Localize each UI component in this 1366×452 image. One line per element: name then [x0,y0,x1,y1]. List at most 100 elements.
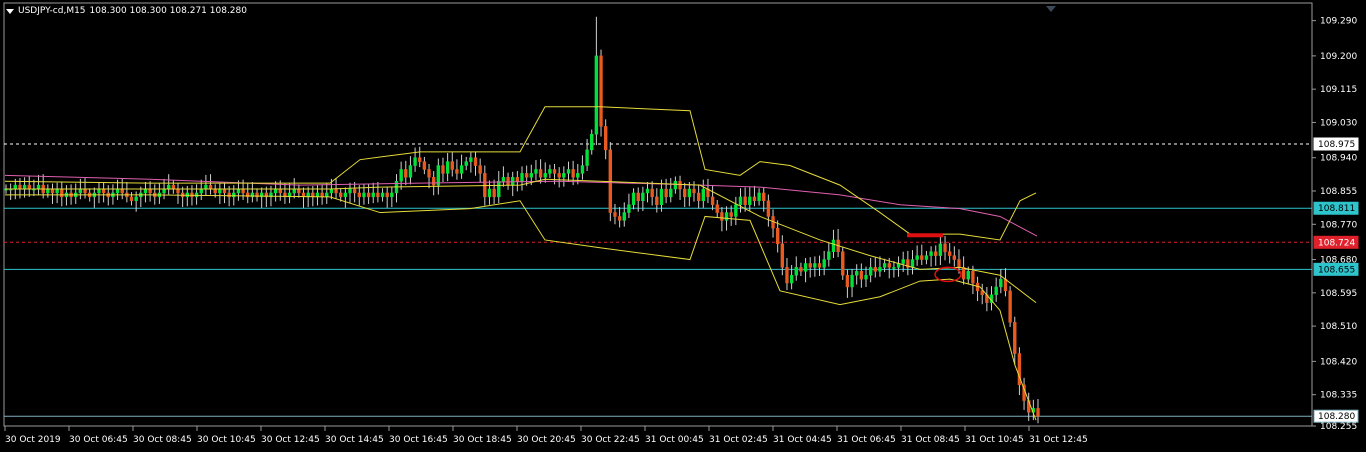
candle[interactable] [994,286,998,296]
candle[interactable] [1003,278,1008,292]
candle[interactable] [627,204,631,213]
candle[interactable] [325,192,329,198]
candle[interactable] [943,243,947,252]
candle[interactable] [701,188,705,202]
red-mark-annotation[interactable] [907,233,943,238]
candle[interactable] [859,271,864,280]
candle[interactable] [655,196,659,205]
candle[interactable] [799,267,803,272]
candle[interactable] [538,169,543,178]
candle[interactable] [236,188,241,194]
candle[interactable] [590,133,594,151]
candle[interactable] [167,184,171,190]
candle[interactable] [362,192,366,198]
candle[interactable] [659,188,664,205]
candle[interactable] [762,192,766,202]
candle[interactable] [380,192,385,198]
candle[interactable] [534,169,538,174]
candle[interactable] [576,173,580,178]
candle[interactable] [36,184,41,190]
candle[interactable] [827,251,831,260]
candle[interactable] [552,169,557,174]
candle[interactable] [413,157,417,166]
candle[interactable] [520,173,524,182]
candle[interactable] [1013,321,1017,354]
candle[interactable] [120,188,124,194]
candle[interactable] [617,216,622,221]
candle[interactable] [13,184,17,190]
candle[interactable] [775,227,780,245]
candle[interactable] [892,267,896,269]
candle[interactable] [882,263,887,268]
candle[interactable] [868,267,873,276]
candle[interactable] [176,188,180,194]
candle[interactable] [910,259,915,268]
candle[interactable] [594,55,599,135]
candle[interactable] [376,192,380,198]
candle[interactable] [873,267,877,272]
candle[interactable] [213,188,217,194]
candle[interactable] [710,196,715,205]
candle[interactable] [738,196,743,205]
candle[interactable] [441,165,445,174]
candle[interactable] [850,274,854,288]
candle[interactable] [878,267,882,272]
candle[interactable] [803,263,808,272]
candle[interactable] [841,251,845,276]
candle[interactable] [831,239,836,252]
candle[interactable] [50,188,55,194]
candle[interactable] [929,251,933,256]
candle[interactable] [543,173,547,178]
candle[interactable] [1008,290,1012,323]
candle[interactable] [734,204,738,217]
candle[interactable] [515,177,520,182]
candle[interactable] [27,184,31,190]
candle[interactable] [752,196,757,202]
candle[interactable] [366,192,371,198]
candle[interactable] [143,188,148,194]
dropdown-triangle-icon[interactable] [6,8,14,14]
candle[interactable] [399,169,403,182]
candle[interactable] [371,192,375,198]
candle[interactable] [352,188,357,194]
candle[interactable] [529,173,533,178]
candle[interactable] [339,192,343,198]
candle[interactable] [817,263,822,268]
candle[interactable] [631,192,636,205]
candle[interactable] [524,173,529,178]
candle[interactable] [422,161,427,170]
candle[interactable] [171,184,176,190]
candle[interactable] [743,196,747,205]
candle[interactable] [566,169,571,174]
candle[interactable] [585,149,589,166]
candle[interactable] [641,192,645,202]
candle[interactable] [60,188,64,198]
candle[interactable] [961,267,966,280]
candle[interactable] [692,188,696,194]
candle[interactable] [148,188,152,194]
candle[interactable] [385,192,389,198]
candle[interactable] [999,278,1003,288]
candle[interactable] [97,188,101,194]
candle[interactable] [278,188,282,194]
one-click-trading-triangle-icon[interactable] [1046,6,1056,12]
candle[interactable] [938,243,943,256]
candle[interactable] [129,196,134,202]
candle[interactable] [115,188,120,194]
candle[interactable] [548,169,552,174]
candle[interactable] [222,188,227,194]
candle[interactable] [199,188,203,194]
candle[interactable] [757,192,761,202]
candle[interactable] [455,169,459,174]
candle[interactable] [241,188,245,194]
candle[interactable] [357,192,361,198]
candle[interactable] [487,188,492,198]
candle[interactable] [864,274,868,280]
candle[interactable] [603,126,608,151]
candle[interactable] [404,169,408,178]
candle[interactable] [478,165,482,174]
candle[interactable] [915,255,919,260]
candle[interactable] [501,177,506,182]
candle[interactable] [329,188,334,194]
candle[interactable] [687,188,692,198]
